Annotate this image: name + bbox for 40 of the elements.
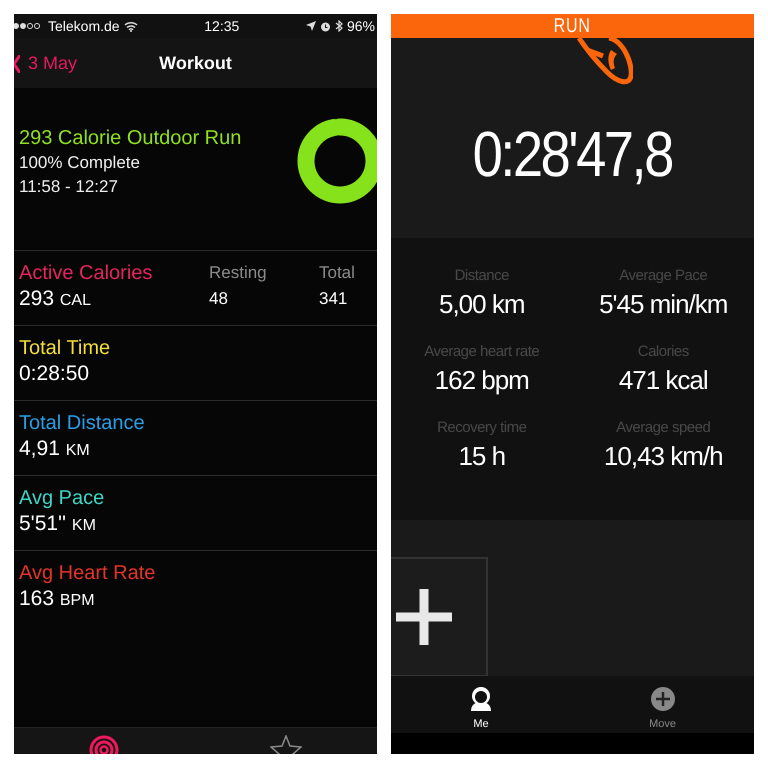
- alarm-icon: [320, 20, 331, 32]
- plus-icon: [396, 589, 452, 645]
- wifi-icon: [124, 20, 138, 32]
- metric-label: Total Time: [19, 336, 112, 360]
- stat-value: 471 kcal: [618, 364, 708, 397]
- metric-label: Avg Pace: [19, 486, 106, 510]
- workout-duration: 0:28'47,8: [472, 122, 672, 186]
- metric-label: Total: [319, 262, 355, 284]
- metric-value: 48: [209, 288, 229, 310]
- tab-button[interactable]: Me: [469, 686, 494, 733]
- stat-value: 15 h: [458, 440, 506, 473]
- stat-value: 5'45 min/km: [599, 288, 728, 321]
- add-tile[interactable]: [391, 557, 488, 677]
- bluetooth-icon: [334, 20, 343, 32]
- chevron-left-icon: [14, 54, 20, 72]
- metric-label: Total Distance: [19, 411, 146, 435]
- metric-value: 341: [319, 288, 348, 310]
- metric-value: 5'51'' KM: [19, 511, 97, 537]
- metric-label: Avg Heart Rate: [19, 561, 156, 585]
- stat-value: 5,00 km: [439, 288, 524, 321]
- screen-title: Workout: [159, 52, 232, 74]
- stat-value: 10,43 km/h: [604, 440, 723, 473]
- metric-value: 293 CAL: [19, 286, 92, 312]
- carrier-name: Telekom.de: [48, 16, 120, 36]
- metric-label: Active Calories: [19, 261, 154, 285]
- back-button[interactable]: 3 May: [14, 50, 78, 77]
- star-tab-icon[interactable]: [270, 735, 302, 754]
- metric-value: 163 BPM: [19, 586, 96, 612]
- metric-value: 4,91 KM: [19, 436, 91, 462]
- workout-title: 293 Calorie Outdoor Run: [19, 126, 242, 150]
- stat-value: 162 bpm: [434, 364, 529, 397]
- location-icon: [306, 21, 316, 31]
- battery-level: 96%: [346, 16, 375, 36]
- metric-value: 0:28:50: [19, 361, 90, 387]
- completion-text: 100% Complete: [19, 152, 141, 174]
- metric-label: Resting: [209, 262, 268, 284]
- tab-button[interactable]: Move: [649, 686, 676, 733]
- time-range: 11:58 - 12:27: [19, 176, 119, 198]
- status-time: 12:35: [204, 16, 240, 36]
- activity-tab-icon[interactable]: [89, 735, 120, 754]
